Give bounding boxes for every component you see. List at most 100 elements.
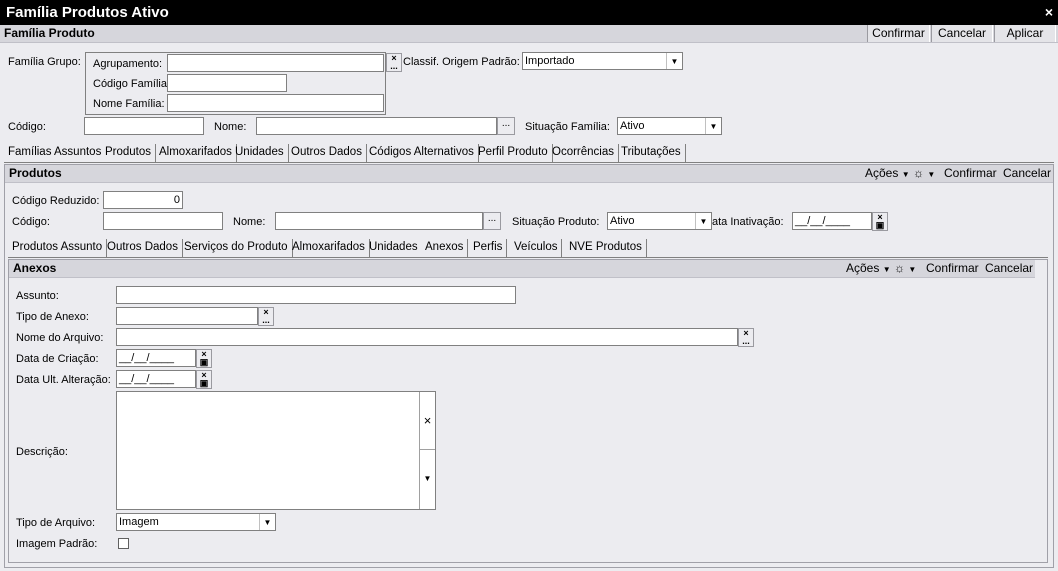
- tab-familias-assuntos[interactable]: Famílias Assuntos: [4, 144, 107, 162]
- situacao-familia-label: Situação Família:: [525, 121, 610, 133]
- classif-origem-select[interactable]: Importado ▼: [522, 52, 683, 70]
- nome-familia-label: Nome Família:: [93, 98, 165, 110]
- assunto-label: Assunto:: [16, 290, 59, 302]
- tab-servicos-do-produto[interactable]: Serviços do Produto: [180, 239, 293, 257]
- nome-arquivo-browse-icon[interactable]: ×...: [738, 328, 754, 347]
- tipo-anexo-label: Tipo de Anexo:: [16, 311, 89, 323]
- tab-veiculos[interactable]: Veículos: [510, 239, 563, 257]
- tipo-arquivo-select[interactable]: Imagem ▼: [116, 513, 276, 531]
- tab-outros-dados[interactable]: Outros Dados: [103, 239, 183, 257]
- produtos-tabs: Produtos Assunto Outros Dados Serviços d…: [8, 239, 1050, 257]
- classif-origem-label: Classif. Origem Padrão:: [403, 56, 520, 68]
- agrupamento-label: Agrupamento:: [93, 58, 163, 70]
- window-title: Família Produtos Ativo: [6, 4, 169, 21]
- anexos-header-title: Anexos: [13, 261, 57, 275]
- tab-produtos[interactable]: Produtos: [101, 144, 157, 162]
- tab-unidades[interactable]: Unidades: [231, 144, 289, 162]
- descricao-textarea[interactable]: [116, 391, 436, 510]
- tipo-anexo-input[interactable]: [116, 307, 258, 325]
- produto-nome-label: Nome:: [233, 216, 266, 228]
- codigo-familia-input[interactable]: [167, 74, 287, 92]
- settings-icon[interactable]: ☼: [913, 166, 924, 180]
- situacao-produto-value: Ativo: [610, 215, 635, 227]
- imagem-padrao-checkbox[interactable]: [118, 538, 129, 549]
- produto-nome-lookup-button[interactable]: ...: [483, 212, 501, 230]
- nome-familia-input[interactable]: [167, 94, 384, 112]
- tab-codigos-alternativos[interactable]: Códigos Alternativos: [365, 144, 479, 162]
- familia-codigo-label: Código:: [8, 121, 46, 133]
- tab-perfil-produto[interactable]: Perfil Produto: [474, 144, 553, 162]
- nome-arquivo-label: Nome do Arquivo:: [16, 332, 104, 344]
- chevron-down-icon[interactable]: ▼: [705, 118, 721, 134]
- anexos-cancel-button[interactable]: Cancelar: [985, 260, 1033, 277]
- familia-confirm-button[interactable]: Confirmar: [867, 25, 930, 42]
- situacao-produto-label: Situação Produto:: [512, 216, 600, 228]
- produtos-header: Produtos Ações ▼ ☼ ▼ Confirmar Cancelar: [5, 165, 1053, 183]
- window-title-bar: Família Produtos Ativo ×: [0, 0, 1058, 25]
- close-icon[interactable]: ×: [1045, 0, 1053, 25]
- descricao-clear-icon[interactable]: ×: [420, 392, 435, 450]
- anexos-confirm-button[interactable]: Confirmar: [926, 260, 979, 277]
- tab-almoxarifados[interactable]: Almoxarifados: [155, 144, 237, 162]
- data-alteracao-input[interactable]: __/__/____: [116, 370, 196, 388]
- familia-tabs-divider: [4, 162, 1054, 163]
- situacao-produto-select[interactable]: Ativo ▼: [607, 212, 712, 230]
- tab-anexos[interactable]: Anexos: [421, 239, 469, 257]
- tab-produtos-assunto[interactable]: Produtos Assunto: [8, 239, 108, 257]
- data-alteracao-label: Data Ult. Alteração:: [16, 374, 111, 386]
- familia-nome-label: Nome:: [214, 121, 247, 133]
- produtos-confirm-button[interactable]: Confirmar: [944, 165, 997, 182]
- familia-nome-input[interactable]: [256, 117, 497, 135]
- familia-apply-button[interactable]: Aplicar: [994, 25, 1056, 42]
- familia-nome-lookup-button[interactable]: ...: [497, 117, 515, 135]
- produto-codigo-label: Código:: [12, 216, 50, 228]
- settings-icon[interactable]: ☼: [894, 261, 905, 275]
- produtos-cancel-button[interactable]: Cancelar: [1003, 165, 1051, 182]
- tipo-anexo-lookup-icon[interactable]: ×...: [258, 307, 274, 326]
- chevron-down-icon[interactable]: ▼: [695, 213, 711, 229]
- tipo-arquivo-label: Tipo de Arquivo:: [16, 517, 96, 529]
- produto-codigo-input[interactable]: [103, 212, 223, 230]
- agrupamento-input[interactable]: [167, 54, 384, 72]
- data-inativacao-label: ata Inativação:: [712, 216, 784, 228]
- produto-nome-input[interactable]: [275, 212, 483, 230]
- data-inativacao-calendar-icon[interactable]: × ▣: [872, 212, 888, 231]
- familia-header: Família Produto Confirmar Cancelar Aplic…: [0, 25, 1058, 43]
- produtos-header-title: Produtos: [9, 166, 62, 180]
- produtos-acoes-menu[interactable]: Ações ▼ ☼ ▼: [865, 165, 935, 183]
- familia-header-title: Família Produto: [4, 26, 95, 40]
- produtos-tabs-divider: [8, 257, 1048, 258]
- familia-grupo-label: Família Grupo:: [8, 56, 81, 68]
- nome-arquivo-input[interactable]: [116, 328, 738, 346]
- chevron-down-icon[interactable]: ▼: [666, 53, 682, 69]
- agrupamento-clear-icon[interactable]: ×...: [386, 53, 402, 72]
- tab-ocorrencias[interactable]: Ocorrências: [548, 144, 619, 162]
- data-criacao-calendar-icon[interactable]: × ▣: [196, 349, 212, 368]
- anexos-acoes-menu[interactable]: Ações ▼ ☼ ▼: [846, 260, 916, 278]
- data-inativacao-input[interactable]: __/__/____: [792, 212, 872, 230]
- descricao-side-buttons: × ▼: [419, 392, 435, 509]
- tab-outros-dados[interactable]: Outros Dados: [287, 144, 367, 162]
- assunto-input[interactable]: [116, 286, 516, 304]
- codigo-familia-label: Código Família:: [93, 78, 171, 90]
- descricao-label: Descrição:: [16, 446, 68, 458]
- data-criacao-label: Data de Criação:: [16, 353, 99, 365]
- chevron-down-icon[interactable]: ▼: [259, 514, 275, 530]
- tipo-arquivo-value: Imagem: [119, 516, 159, 528]
- situacao-familia-select[interactable]: Ativo ▼: [617, 117, 722, 135]
- tab-perfis[interactable]: Perfis: [469, 239, 508, 257]
- data-alteracao-calendar-icon[interactable]: × ▣: [196, 370, 212, 389]
- familia-cancel-button[interactable]: Cancelar: [931, 25, 993, 42]
- familia-codigo-input[interactable]: [84, 117, 204, 135]
- tab-nve-produtos[interactable]: NVE Produtos: [565, 239, 647, 257]
- imagem-padrao-label: Imagem Padrão:: [16, 538, 98, 550]
- situacao-familia-value: Ativo: [620, 120, 645, 132]
- tab-almoxarifados[interactable]: Almoxarifados: [288, 239, 370, 257]
- tab-tributacoes[interactable]: Tributações: [617, 144, 686, 162]
- tab-unidades[interactable]: Unidades: [365, 239, 423, 257]
- data-criacao-input[interactable]: __/__/____: [116, 349, 196, 367]
- codigo-reduzido-label: Código Reduzido:: [12, 195, 100, 207]
- descricao-expand-icon[interactable]: ▼: [420, 450, 435, 508]
- anexos-header: Anexos Ações ▼ ☼ ▼ Confirmar Cancelar: [9, 260, 1035, 278]
- codigo-reduzido-input[interactable]: 0: [103, 191, 183, 209]
